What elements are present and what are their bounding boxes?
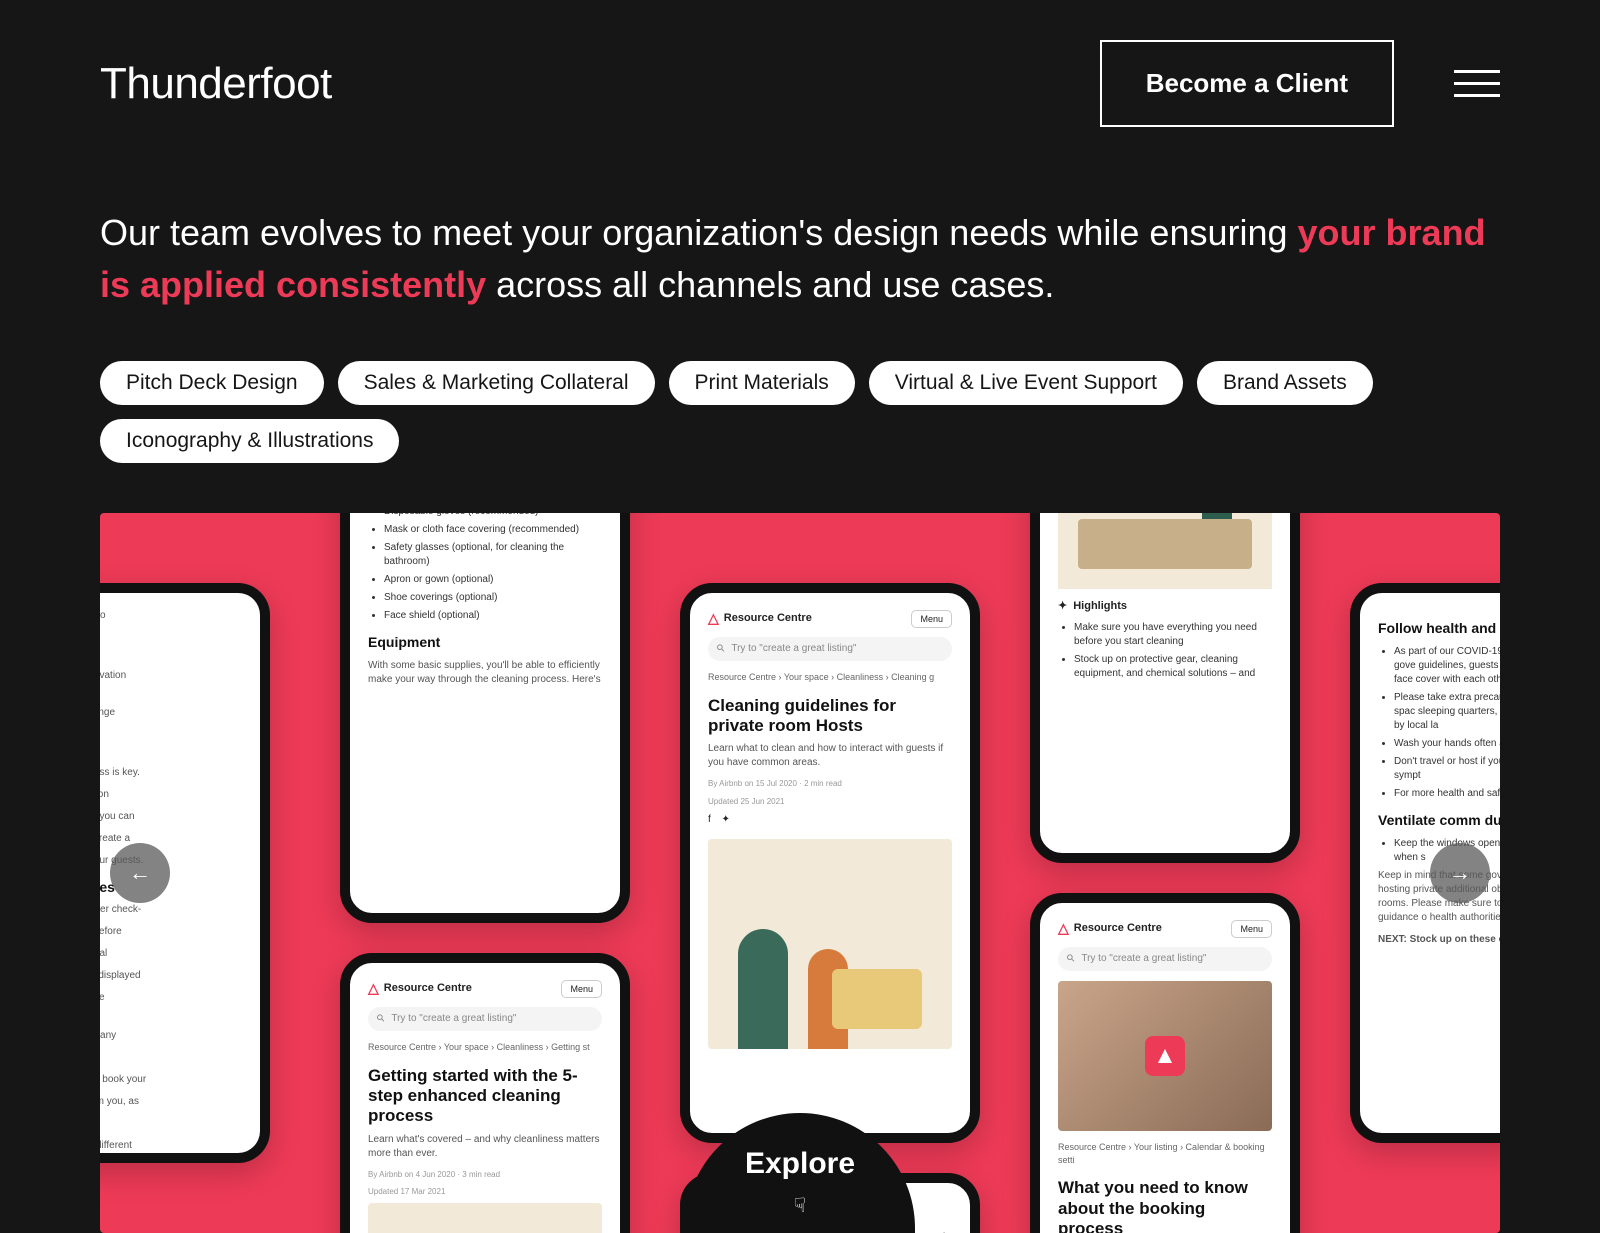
list-item: Make sure you have everything you need b… <box>1074 621 1272 649</box>
list-item: Disposable gloves (recommended) <box>384 513 602 519</box>
snippet: ditional action from you, as <box>100 1095 242 1109</box>
article-meta: By Airbnb on 15 Jul 2020 · 2 min read <box>708 778 952 789</box>
section-heading: Ventilate comm during the stay <box>1378 811 1500 831</box>
article-title: Getting started with the 5-step enhanced… <box>368 1066 602 1127</box>
snippet: or that addresses any <box>100 1029 242 1043</box>
article-title: What you need to know about the booking … <box>1058 1178 1272 1233</box>
phone-mockup: Resource Centre Menu Try to "create a gr… <box>680 583 980 1143</box>
logo[interactable]: Thunderfoot <box>100 59 332 109</box>
snippet: s lets you offer a different <box>100 1139 242 1153</box>
photo <box>1058 981 1272 1131</box>
article-subtitle: Learn what's covered – and why cleanline… <box>368 1133 602 1161</box>
search-bar: Try to "create a great listing" <box>708 637 952 661</box>
list-item: Mask or cloth face covering (recommended… <box>384 523 602 537</box>
header: Thunderfoot Become a Client <box>100 40 1500 127</box>
snippet: Contact Host link displayed <box>100 969 242 983</box>
pill-print-materials[interactable]: Print Materials <box>669 361 855 405</box>
menu-icon[interactable] <box>1454 70 1500 97</box>
bullet-list: As part of our COVID-19 s it's required … <box>1378 645 1500 801</box>
bullet-list: Disposable gloves (recommended) Mask or … <box>368 513 602 623</box>
highlights-label: Highlights <box>1058 599 1272 614</box>
airbnb-logo-icon: Resource Centre <box>368 979 472 999</box>
carousel-prev-button[interactable]: ← <box>110 843 170 903</box>
pill-group: Pitch Deck Design Sales & Marketing Coll… <box>100 361 1500 463</box>
snippet: hin 24 hours <box>100 1117 242 1131</box>
snippet: bout your listing <box>100 631 242 645</box>
snippet: uest communication <box>100 788 242 802</box>
airbnb-logo-icon: Resource Centre <box>1058 919 1162 939</box>
snippet: uire about an earlier check- <box>100 903 242 917</box>
header-right: Become a Client <box>1100 40 1500 127</box>
carousel-next-button[interactable]: → <box>1430 843 1490 903</box>
snippet: ond with one of the <box>100 991 242 1005</box>
pill-iconography[interactable]: Iconography & Illustrations <box>100 419 399 463</box>
list-item: Don't travel or host if you exposed to o… <box>1394 755 1500 783</box>
menu-badge: Menu <box>911 610 952 629</box>
article-updated: Updated 25 Jun 2021 <box>708 796 952 807</box>
article-subtitle: Learn what to clean and how to interact … <box>708 742 952 770</box>
list-item: Please take extra precauti distancing in… <box>1394 691 1500 733</box>
headline: Our team evolves to meet your organizati… <box>100 207 1500 311</box>
menu-badge: Menu <box>1231 920 1272 939</box>
airbnb-logo-icon: Resource Centre <box>708 609 812 629</box>
pill-pitch-deck[interactable]: Pitch Deck Design <box>100 361 324 405</box>
section-heading: Equipment <box>368 633 602 653</box>
list-item: Shoe coverings (optional) <box>384 591 602 605</box>
list-item: Apron or gown (optional) <box>384 573 602 587</box>
illustration <box>1058 513 1272 589</box>
article-meta: By Airbnb on 4 Jun 2020 · 3 min read <box>368 1169 602 1180</box>
list-item: For more health and safe Airbnb <box>1394 787 1500 801</box>
explore-label: Explore <box>745 1147 855 1181</box>
snippet: g process – and create a <box>100 832 242 846</box>
search-bar: Try to "create a great listing" <box>368 1007 602 1031</box>
become-client-button[interactable]: Become a Client <box>1100 40 1394 127</box>
bullet-list: Make sure you have everything you need b… <box>1058 621 1272 681</box>
snippet: ion status will change <box>100 706 242 720</box>
illustration <box>708 839 952 1049</box>
illustration <box>368 1203 602 1233</box>
phone-mockup: Resource Centre Menu Try to "create a gr… <box>340 953 630 1233</box>
breadcrumb: Resource Centre › Your listing › Calenda… <box>1058 1141 1272 1166</box>
pointer-icon: ☟ <box>794 1193 806 1218</box>
snippet: ns they have <box>100 1051 242 1065</box>
snippet: ing process <box>100 728 242 742</box>
snippet: sent by guests who <box>100 609 242 623</box>
phone-mockup: Resource Centre Menu Try to "create a gr… <box>1030 893 1300 1233</box>
list-item: Safety glasses (optional, for cleaning t… <box>384 541 602 569</box>
snippet: h allows guests to book your <box>100 1073 242 1087</box>
snippet: the booking process is key. <box>100 766 242 780</box>
social-icons: f ✦ <box>708 813 952 827</box>
pill-sales-marketing[interactable]: Sales & Marketing Collateral <box>338 361 655 405</box>
list-item: Wash your hands often an face at all tim… <box>1394 737 1500 751</box>
arrow-left-icon: ← <box>129 860 151 886</box>
headline-pre: Our team evolves to meet your organizati… <box>100 212 1298 253</box>
search-bar: Try to "create a great listing" <box>1058 947 1272 971</box>
headline-post: across all channels and use cases. <box>486 264 1054 305</box>
next-label: NEXT: Stock up on these clea <box>1378 933 1500 947</box>
snippet: specific location before <box>100 925 242 939</box>
article-updated: Updated 17 Mar 2021 <box>368 1186 602 1197</box>
phone-mockup: Highlights Make sure you have everything… <box>1030 513 1300 863</box>
menu-badge: Menu <box>561 980 602 999</box>
arrow-right-icon: → <box>1449 860 1471 886</box>
breadcrumb: Resource Centre › Your space › Cleanline… <box>708 671 952 684</box>
phone-mockup: Protective gear You can help reduce your… <box>340 513 630 923</box>
list-item: As part of our COVID-19 s it's required … <box>1394 645 1500 687</box>
pill-event-support[interactable]: Virtual & Live Event Support <box>869 361 1183 405</box>
breadcrumb: Resource Centre › Your space › Cleanline… <box>368 1041 602 1054</box>
snippet: tant Book or reservation <box>100 669 242 683</box>
body-text: With some basic supplies, you'll be able… <box>368 659 602 687</box>
snippet: ll send you an initial <box>100 947 242 961</box>
section-heading: Follow health and practices <box>1378 619 1500 639</box>
carousel: sent by guests who bout your listing tan… <box>100 513 1500 1233</box>
pill-brand-assets[interactable]: Brand Assets <box>1197 361 1373 405</box>
list-item: Face shield (optional) <box>384 609 602 623</box>
list-item: Stock up on protective gear, cleaning eq… <box>1074 653 1272 681</box>
snippet: and reservations, you can <box>100 810 242 824</box>
article-title: Cleaning guidelines for private room Hos… <box>708 696 952 737</box>
